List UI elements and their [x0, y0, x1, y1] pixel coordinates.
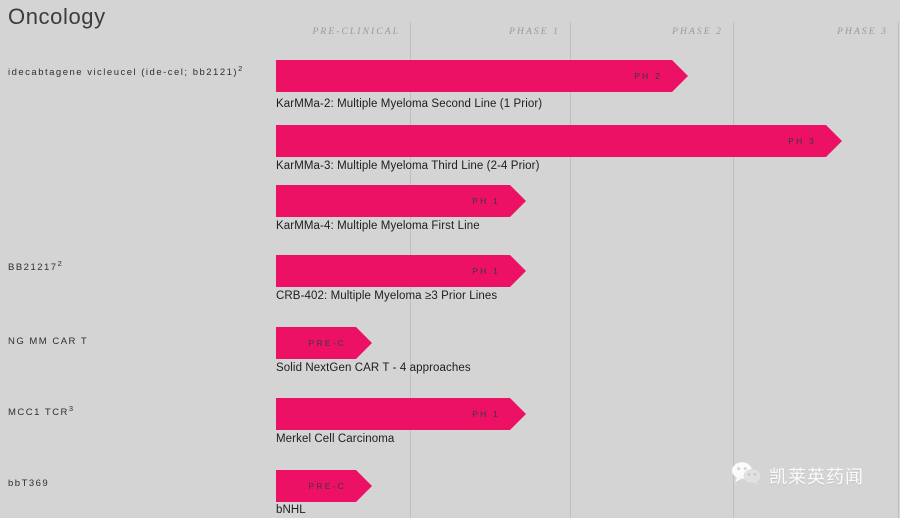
program-label-text: idecabtagene vicleucel (ide-cel; bb2121) — [8, 67, 238, 78]
bar-caption: KarMMa-2: Multiple Myeloma Second Line (… — [276, 98, 542, 110]
pipeline-bar[interactable]: PH 1 — [276, 398, 510, 430]
column-header-phase-1: PHASE 1 — [420, 27, 560, 37]
watermark: 凯莱英药闻 — [731, 461, 864, 490]
bar-caption: KarMMa-3: Multiple Myeloma Third Line (2… — [276, 160, 540, 172]
arrow-tip-icon — [510, 255, 526, 287]
program-label-bbt369: bbT369 — [8, 473, 258, 491]
pipeline-bar[interactable]: PH 1 — [276, 255, 510, 287]
arrow-tip-icon — [672, 60, 688, 92]
program-label-text: NG MM CAR T — [8, 336, 88, 347]
pipeline-bar[interactable]: PRE-C — [276, 327, 356, 359]
bar-caption: CRB-402: Multiple Myeloma ≥3 Prior Lines — [276, 290, 497, 302]
page-title: Oncology — [8, 4, 106, 30]
program-label-footnote: 3 — [69, 404, 73, 413]
arrow-tip-icon — [510, 185, 526, 217]
column-divider-phase-1 — [570, 22, 571, 518]
program-label-text: bbT369 — [8, 478, 49, 489]
program-label-ide-cel: idecabtagene vicleucel (ide-cel; bb2121)… — [8, 62, 258, 80]
pipeline-bar[interactable]: PRE-C — [276, 470, 356, 502]
column-header-phase-2: PHASE 2 — [583, 27, 723, 37]
column-divider-phase-3 — [898, 22, 899, 518]
bar-phase-tag: PRE-C — [309, 481, 356, 491]
column-header-phase-3: PHASE 3 — [748, 27, 888, 37]
bar-phase-tag: PH 1 — [472, 409, 510, 419]
program-label-mcc1-tcr: MCC1 TCR3 — [8, 402, 258, 420]
arrow-tip-icon — [510, 398, 526, 430]
program-label-text: MCC1 TCR — [8, 407, 69, 418]
arrow-tip-icon — [356, 327, 372, 359]
arrow-tip-icon — [826, 125, 842, 157]
watermark-text: 凯莱英药闻 — [769, 463, 864, 489]
bar-caption: Merkel Cell Carcinoma — [276, 433, 394, 445]
program-label-footnote: 2 — [238, 64, 242, 73]
wechat-icon — [731, 461, 761, 490]
pipeline-chart: Oncology PRE-CLINICAL PHASE 1 PHASE 2 PH… — [0, 0, 900, 518]
pipeline-bar[interactable]: PH 2 — [276, 60, 672, 92]
program-label-ng-mm-car-t: NG MM CAR T — [8, 331, 258, 349]
program-label-text: BB21217 — [8, 262, 58, 273]
bar-phase-tag: PRE-C — [309, 338, 356, 348]
bar-caption: bNHL — [276, 504, 306, 516]
bar-caption: KarMMa-4: Multiple Myeloma First Line — [276, 220, 480, 232]
program-label-footnote: 2 — [58, 259, 62, 268]
bar-phase-tag: PH 2 — [634, 71, 672, 81]
arrow-tip-icon — [356, 470, 372, 502]
bar-phase-tag: PH 1 — [472, 196, 510, 206]
bar-caption: Solid NextGen CAR T - 4 approaches — [276, 362, 471, 374]
pipeline-bar[interactable]: PH 1 — [276, 185, 510, 217]
column-header-pre-clinical: PRE-CLINICAL — [200, 27, 400, 37]
bar-phase-tag: PH 3 — [788, 136, 826, 146]
pipeline-bar[interactable]: PH 3 — [276, 125, 826, 157]
bar-phase-tag: PH 1 — [472, 266, 510, 276]
program-label-bb21217: BB212172 — [8, 257, 258, 275]
column-divider-phase-2 — [733, 22, 734, 518]
